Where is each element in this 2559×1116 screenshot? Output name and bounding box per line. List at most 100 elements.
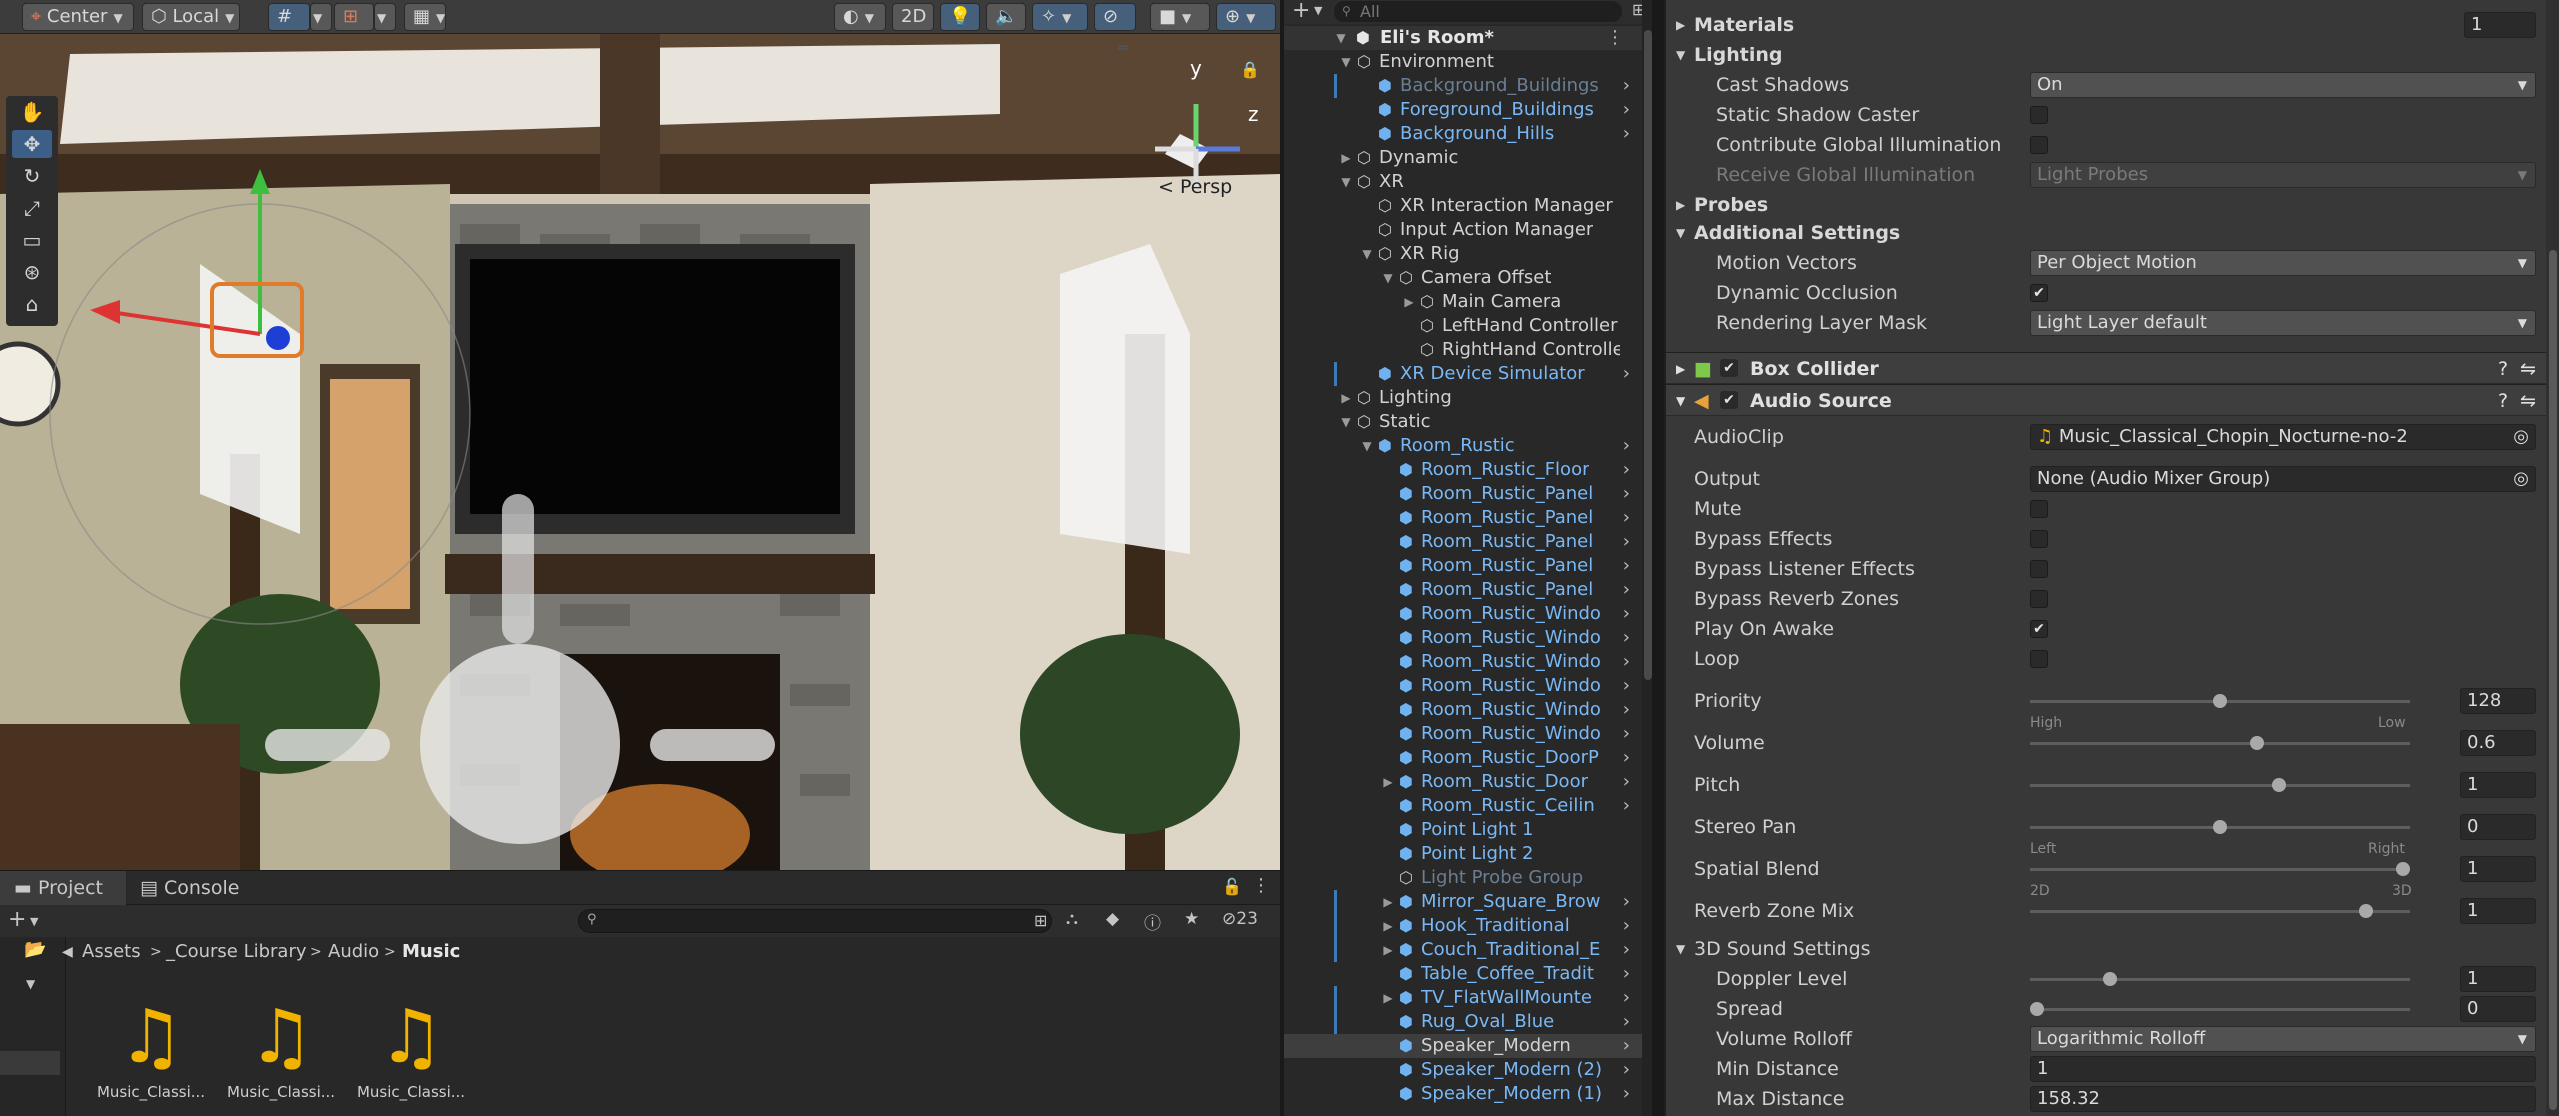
perspective-label[interactable]: < Persp bbox=[1158, 176, 1232, 198]
chevron-down-icon[interactable]: ▼ bbox=[1676, 934, 1685, 964]
hierarchy-item[interactable]: ▶ ⬢ TV_FlatWallMounte › bbox=[1284, 986, 1644, 1010]
open-prefab-icon[interactable]: › bbox=[1623, 434, 1630, 458]
loop-checkbox[interactable] bbox=[2030, 650, 2048, 668]
hierarchy-item[interactable]: ▼ ⬡ Camera Offset bbox=[1284, 266, 1644, 290]
chevron-down-icon[interactable]: ▼ bbox=[1676, 218, 1685, 248]
static-shadow-checkbox[interactable] bbox=[2030, 106, 2048, 124]
chevron-right-icon[interactable]: ▶ bbox=[1339, 386, 1353, 410]
hierarchy-item[interactable]: ⬡ RightHand Controlle bbox=[1284, 338, 1644, 362]
toggle-2d-button[interactable]: 2D bbox=[892, 3, 934, 31]
chevron-right-icon[interactable]: ▶ bbox=[1339, 146, 1353, 170]
open-prefab-icon[interactable]: › bbox=[1623, 458, 1630, 482]
cast-shadows-dropdown[interactable]: On ▼ bbox=[2030, 72, 2536, 98]
breadcrumb-course-library[interactable]: _Course Library bbox=[166, 937, 307, 967]
hierarchy-item[interactable]: ⬢ Foreground_Buildings › bbox=[1284, 98, 1644, 122]
hierarchy-item[interactable]: ⬡ Input Action Manager bbox=[1284, 218, 1644, 242]
open-prefab-icon[interactable]: › bbox=[1623, 530, 1630, 554]
open-prefab-icon[interactable]: › bbox=[1623, 578, 1630, 602]
hierarchy-item[interactable]: ▶ ⬡ Lighting bbox=[1284, 386, 1644, 410]
preset-icon[interactable]: ⇋ bbox=[2520, 385, 2536, 417]
additional-settings-header[interactable]: ▼ Additional Settings bbox=[1666, 218, 2546, 248]
asset-search-input[interactable]: ⚲ bbox=[578, 909, 1052, 933]
tab-console[interactable]: ▤ Console bbox=[126, 871, 256, 905]
priority-field[interactable]: 128 bbox=[2460, 688, 2536, 714]
open-prefab-icon[interactable]: › bbox=[1623, 362, 1630, 386]
scrollbar-thumb[interactable] bbox=[1644, 30, 1652, 680]
sound3d-header[interactable]: ▼ 3D Sound Settings bbox=[1666, 934, 2546, 964]
spread-field[interactable]: 0 bbox=[2460, 996, 2536, 1022]
open-prefab-icon[interactable]: › bbox=[1623, 770, 1630, 794]
rect-tool-icon[interactable]: ▭ bbox=[12, 226, 52, 254]
open-prefab-icon[interactable]: › bbox=[1623, 698, 1630, 722]
search-by-type-icon[interactable]: ⊞ bbox=[1034, 911, 1047, 930]
audioclip-field[interactable]: ♫ Music_Classical_Chopin_Nocturne-no-2 ◎ bbox=[2030, 424, 2536, 450]
spatial-blend-slider-track[interactable] bbox=[2030, 868, 2410, 871]
folder-tree-selected[interactable] bbox=[0, 1051, 60, 1075]
move-tool-icon[interactable]: ✥ bbox=[12, 130, 52, 158]
breadcrumb-audio[interactable]: Audio bbox=[328, 937, 379, 967]
hierarchy-item[interactable]: ⬢ Background_Buildings › bbox=[1284, 74, 1644, 98]
shading-mode-dropdown[interactable]: ◐ ▼ bbox=[834, 3, 886, 31]
transform-tool-icon[interactable]: ⊛ bbox=[12, 258, 52, 286]
motion-vectors-dropdown[interactable]: Per Object Motion ▼ bbox=[2030, 250, 2536, 276]
hierarchy-item[interactable]: ⬢ Point Light 1 bbox=[1284, 818, 1644, 842]
contribute-gi-checkbox[interactable] bbox=[2030, 136, 2048, 154]
bypass-reverb-checkbox[interactable] bbox=[2030, 590, 2048, 608]
hierarchy-item[interactable]: ▼ ⬢ Room_Rustic › bbox=[1284, 434, 1644, 458]
hierarchy-item[interactable]: ⬢ Table_Coffee_Tradit › bbox=[1284, 962, 1644, 986]
open-prefab-icon[interactable]: › bbox=[1623, 794, 1630, 818]
scrollbar-thumb[interactable] bbox=[2549, 250, 2557, 1110]
hierarchy-item[interactable]: ⬢ Speaker_Modern (2) › bbox=[1284, 1058, 1644, 1082]
hierarchy-item[interactable]: ⬢ Room_Rustic_Panel › bbox=[1284, 530, 1644, 554]
chevron-down-icon[interactable]: ▼ bbox=[30, 915, 38, 928]
folder-icon[interactable]: 📂 bbox=[24, 939, 46, 960]
open-prefab-icon[interactable]: › bbox=[1623, 122, 1630, 146]
audio-toggle-button[interactable]: 🔈 bbox=[986, 3, 1026, 31]
doppler-slider-track[interactable] bbox=[2030, 978, 2410, 981]
hierarchy-item[interactable]: ⬢ Room_Rustic_Windo › bbox=[1284, 650, 1644, 674]
open-prefab-icon[interactable]: › bbox=[1623, 98, 1630, 122]
materials-count-field[interactable]: 1 bbox=[2464, 12, 2536, 38]
bypass-effects-checkbox[interactable] bbox=[2030, 530, 2048, 548]
open-prefab-icon[interactable]: › bbox=[1623, 506, 1630, 530]
gizmo-layout-button[interactable]: ▦ ▼ bbox=[404, 3, 446, 31]
mute-checkbox[interactable] bbox=[2030, 500, 2048, 518]
help-icon[interactable]: ? bbox=[2498, 353, 2508, 385]
scene-visibility-button[interactable]: ⊘ bbox=[1094, 3, 1136, 31]
hierarchy-scrollbar[interactable] bbox=[1642, 0, 1652, 1116]
asset-tile[interactable]: ♫ Music_Classi... bbox=[96, 997, 206, 1116]
chevron-right-icon[interactable]: ▶ bbox=[1381, 914, 1395, 938]
bypass-listener-checkbox[interactable] bbox=[2030, 560, 2048, 578]
hierarchy-item[interactable]: ⬡ XR Interaction Manager bbox=[1284, 194, 1644, 218]
min-distance-field[interactable]: 1 bbox=[2030, 1056, 2536, 1082]
reverb-mix-slider-track[interactable] bbox=[2030, 910, 2410, 913]
hierarchy-item[interactable]: ⬢ Room_Rustic_Ceilin › bbox=[1284, 794, 1644, 818]
output-field[interactable]: None (Audio Mixer Group) ◎ bbox=[2030, 466, 2536, 492]
hierarchy-item[interactable]: ⬢ Room_Rustic_Windo › bbox=[1284, 602, 1644, 626]
effects-button[interactable]: ✧ ▼ bbox=[1032, 3, 1088, 31]
preset-icon[interactable]: ⇋ bbox=[2520, 353, 2536, 385]
hierarchy-item[interactable]: ⬢ Background_Hills › bbox=[1284, 122, 1644, 146]
hierarchy-item[interactable]: ⬢ Room_Rustic_Panel › bbox=[1284, 482, 1644, 506]
hierarchy-item[interactable]: ▶ ⬢ Couch_Traditional_E › bbox=[1284, 938, 1644, 962]
increment-snap-button[interactable]: ⊞ bbox=[334, 3, 374, 31]
hand-tool-icon[interactable]: ✋ bbox=[12, 98, 52, 126]
hierarchy-item[interactable]: ▶ ⬡ Main Camera bbox=[1284, 290, 1644, 314]
reverb-mix-field[interactable]: 1 bbox=[2460, 898, 2536, 924]
chevron-right-icon[interactable]: ▶ bbox=[1676, 190, 1685, 220]
doppler-slider-knob[interactable] bbox=[2103, 972, 2118, 986]
open-prefab-icon[interactable]: › bbox=[1623, 554, 1630, 578]
chevron-down-icon[interactable]: ▼ bbox=[26, 977, 35, 991]
spatial-blend-field[interactable]: 1 bbox=[2460, 856, 2536, 882]
scene-header-row[interactable]: ▼ ⬢ Eli's Room* ⋮ bbox=[1284, 26, 1644, 50]
lighting-header[interactable]: ▼ Lighting bbox=[1666, 40, 2546, 70]
pitch-slider-knob[interactable] bbox=[2271, 778, 2286, 792]
hierarchy-item[interactable]: ⬢ Room_Rustic_Floor › bbox=[1284, 458, 1644, 482]
hierarchy-item[interactable]: ⬢ Room_Rustic_Panel › bbox=[1284, 554, 1644, 578]
reverb-mix-slider-knob[interactable] bbox=[2359, 904, 2374, 918]
open-prefab-icon[interactable]: › bbox=[1623, 1010, 1630, 1034]
rolloff-dropdown[interactable]: Logarithmic Rolloff ▼ bbox=[2030, 1026, 2536, 1052]
play-on-awake-checkbox[interactable]: ✔ bbox=[2030, 620, 2048, 638]
open-prefab-icon[interactable]: › bbox=[1623, 650, 1630, 674]
open-prefab-icon[interactable]: › bbox=[1623, 602, 1630, 626]
